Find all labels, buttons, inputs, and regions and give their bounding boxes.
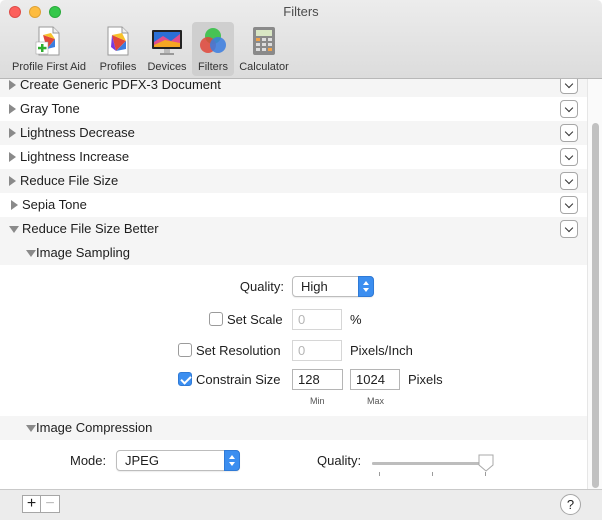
filter-action-menu-button[interactable] [560,148,578,166]
popup-arrows-icon [358,276,374,297]
slider-tick [379,472,380,476]
vertical-scrollbar[interactable] [587,79,602,489]
filter-name: Gray Tone [20,101,80,116]
image-compression-header[interactable]: Image Compression [0,416,587,440]
filter-action-menu-button[interactable] [560,100,578,118]
filter-row-expanded[interactable]: Reduce File Size Better [0,217,587,241]
filter-action-menu-button[interactable] [560,124,578,142]
max-caption: Max [367,396,385,406]
quality-label: Quality: [239,279,284,294]
min-caption: Min [310,396,325,406]
disclosure-triangle-icon[interactable] [9,104,16,114]
compression-mode-popup[interactable]: JPEG [116,450,240,471]
compression-quality-slider[interactable] [372,462,488,465]
filter-action-menu-button[interactable] [560,172,578,190]
filters-icon [200,28,226,53]
set-scale-checkbox[interactable] [209,312,223,326]
filter-action-menu-button[interactable] [560,79,578,94]
filter-action-menu-button[interactable] [560,220,578,238]
resolution-input[interactable]: 0 [292,340,342,361]
filter-row[interactable]: Create Generic PDFX-3 Document [0,79,587,97]
image-sampling-header[interactable]: Image Sampling [0,241,587,265]
disclosure-triangle-icon[interactable] [11,200,18,210]
filter-list: Create Generic PDFX-3 Document Gray Tone… [0,79,587,489]
constrain-size-label: Constrain Size [196,372,281,387]
toolbar-label: Profile First Aid [12,61,86,73]
plus-icon: + [26,495,37,512]
bottom-bar: + − ? [0,489,602,520]
popup-value: JPEG [125,453,159,468]
minus-icon: − [45,495,55,512]
sampling-quality-popup[interactable]: High [292,276,374,297]
disclosure-triangle-icon[interactable] [26,250,36,257]
toolbar-profile-first-aid[interactable]: Profile First Aid [6,22,92,76]
scale-unit: % [350,312,362,327]
filter-name: Reduce File Size [20,173,119,188]
mode-label: Mode: [70,453,107,468]
section-title: Image Sampling [36,245,130,260]
disclosure-triangle-icon[interactable] [9,176,16,186]
set-scale-label: Set Scale [227,312,283,327]
popup-arrows-icon [224,450,240,471]
disclosure-triangle-icon[interactable] [9,80,16,90]
slider-tick [432,472,433,476]
resolution-unit: Pixels/Inch [350,343,413,358]
max-size-input[interactable]: 1024 [350,369,400,390]
filter-name: Create Generic PDFX-3 Document [20,79,221,92]
filter-action-menu-button[interactable] [560,196,578,214]
set-resolution-label: Set Resolution [196,343,281,358]
compression-quality-label: Quality: [317,453,362,468]
size-unit: Pixels [408,372,443,387]
profiles-icon [107,26,129,56]
calculator-icon [253,27,275,55]
disclosure-triangle-icon[interactable] [9,128,16,138]
filter-row[interactable]: Reduce File Size [0,169,587,193]
toolbar-calculator[interactable]: Calculator [236,22,292,76]
set-resolution-checkbox[interactable] [178,343,192,357]
popup-value: High [301,279,328,294]
window-title: Filters [283,4,319,19]
filter-name: Lightness Decrease [20,125,135,140]
slider-tick [485,472,486,476]
add-filter-button[interactable]: + [22,495,41,513]
toolbar-devices[interactable]: Devices [144,22,190,76]
filter-row[interactable]: Lightness Decrease [0,121,587,145]
min-size-input[interactable]: 128 [292,369,343,390]
scrollbar-thumb[interactable] [592,123,599,488]
profile-first-aid-icon [35,26,60,56]
disclosure-triangle-icon[interactable] [9,226,19,233]
toolbar-label: Calculator [239,61,289,73]
image-sampling-panel: Quality: High Set Scale 0 % Set Resoluti… [0,265,587,409]
disclosure-triangle-icon[interactable] [26,425,36,432]
toolbar-label: Filters [198,61,228,73]
image-compression-panel: Mode: JPEG Quality: [0,440,587,489]
filter-name: Sepia Tone [22,197,87,212]
filter-name: Reduce File Size Better [22,221,159,236]
section-title: Image Compression [36,420,153,435]
slider-fill [372,462,486,465]
toolbar-label: Profiles [99,61,137,73]
help-button[interactable]: ? [560,494,581,515]
filter-row[interactable]: Sepia Tone [0,193,587,217]
constrain-size-checkbox[interactable] [178,372,192,386]
scale-input[interactable]: 0 [292,309,342,330]
filter-row[interactable]: Lightness Increase [0,145,587,169]
devices-icon [152,30,182,55]
filter-name: Lightness Increase [20,149,130,164]
toolbar-label: Devices [147,61,187,73]
toolbar-profiles[interactable]: Profiles [96,22,140,76]
disclosure-triangle-icon[interactable] [9,152,16,162]
filter-row[interactable]: Gray Tone [0,97,587,121]
remove-filter-button[interactable]: − [41,495,60,513]
toolbar-filters[interactable]: Filters [192,22,234,76]
title-bar: Filters Profile First Aid Profiles Devic… [0,0,602,79]
slider-knob[interactable] [478,454,494,472]
